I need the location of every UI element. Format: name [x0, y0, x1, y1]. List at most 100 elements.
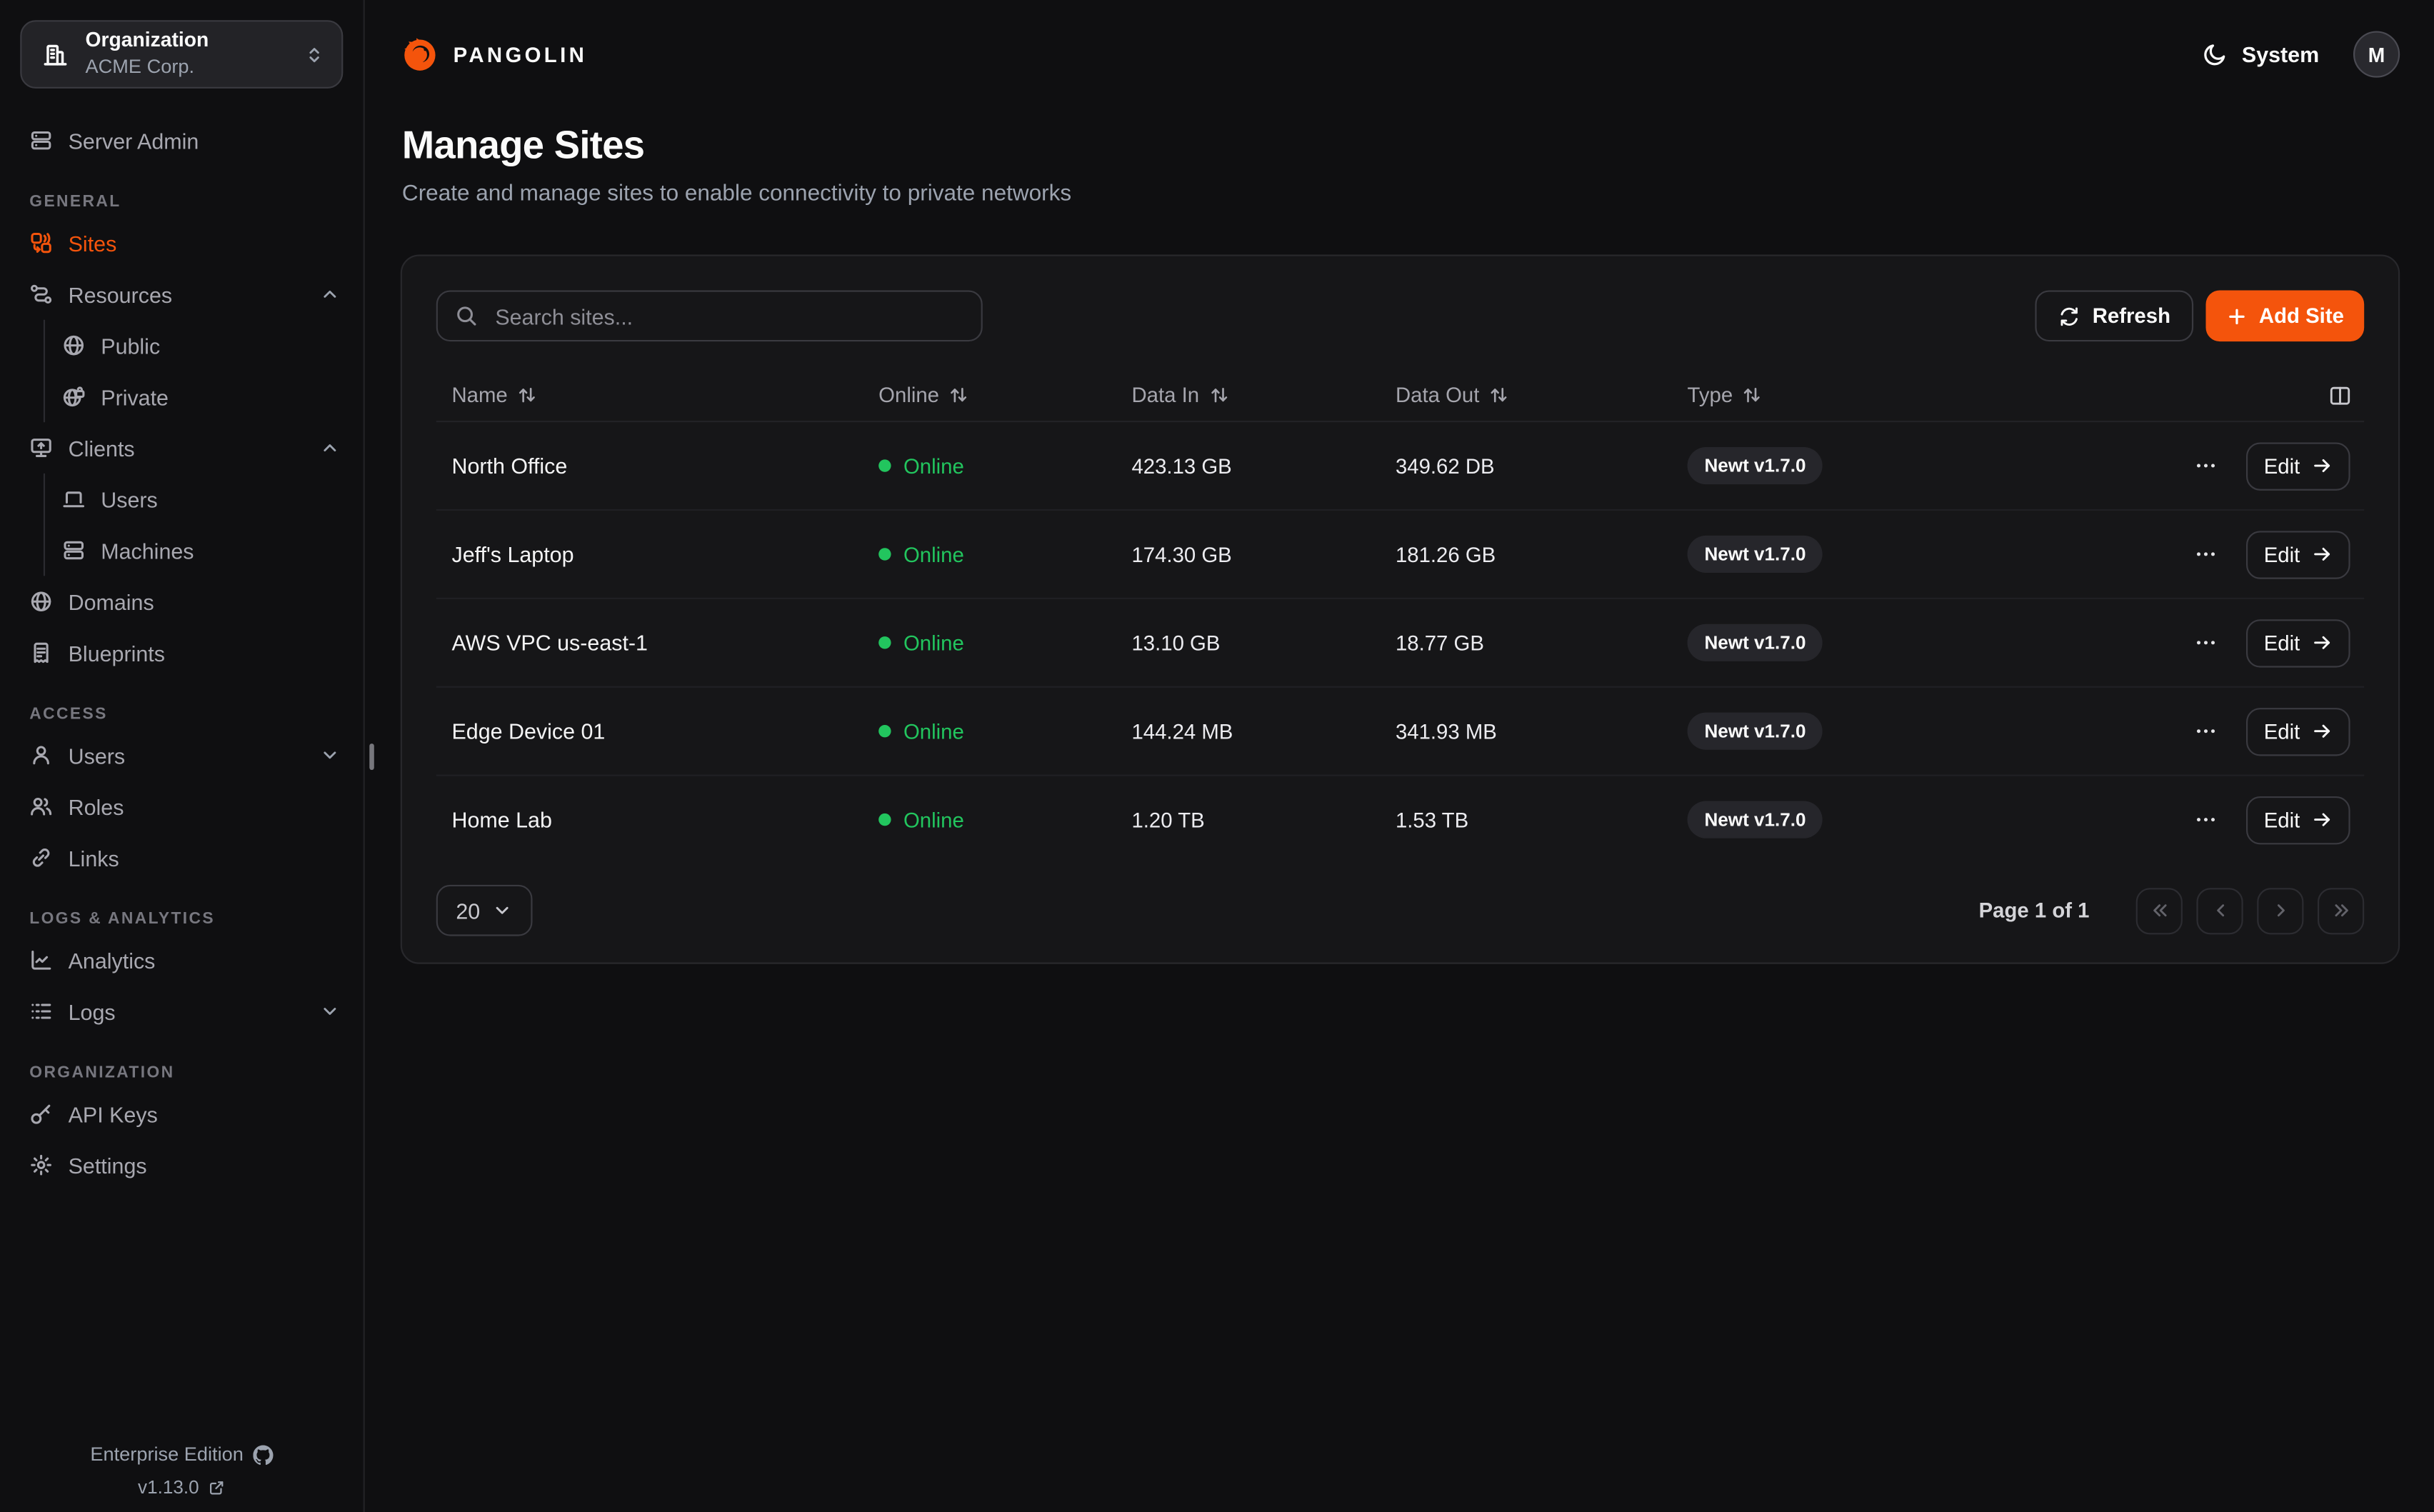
sidebar: Organization ACME Corp. Server Admin GENE…: [0, 0, 365, 1512]
row-edit-button[interactable]: Edit: [2246, 441, 2350, 489]
column-label: Online: [878, 384, 939, 407]
data-in-cell: 423.13 GB: [1131, 454, 1395, 478]
edition-label: Enterprise Edition: [90, 1443, 243, 1465]
status-online: Online: [878, 454, 1131, 478]
sidebar-item-sites[interactable]: Sites: [0, 217, 364, 269]
sidebar-item-label: Users: [69, 743, 125, 768]
edit-label: Edit: [2264, 454, 2300, 478]
column-label: Data Out: [1396, 384, 1479, 407]
data-in-cell: 174.30 GB: [1131, 543, 1395, 566]
sidebar-nav: Server Admin GENERAL Sites Resources PublicP…: [0, 115, 364, 1191]
row-edit-button[interactable]: Edit: [2246, 619, 2350, 666]
sidebar-subitem-users[interactable]: Users: [45, 474, 364, 525]
row-edit-button[interactable]: Edit: [2246, 707, 2350, 755]
sidebar-subitem-private[interactable]: Private: [45, 371, 364, 422]
online-dot-icon: [878, 459, 891, 471]
sidebar-subgroup: PublicPrivate: [44, 320, 364, 422]
sidebar-item-label: Domains: [69, 589, 154, 614]
gear-icon: [29, 1153, 53, 1177]
data-out-cell: 341.93 MB: [1396, 719, 1688, 743]
sidebar-item-settings[interactable]: Settings: [0, 1139, 364, 1191]
add-site-button[interactable]: Add Site: [2206, 290, 2364, 341]
column-header-name[interactable]: Name: [436, 384, 878, 407]
brand[interactable]: PANGOLIN: [402, 36, 587, 72]
sidebar-item-label: Sites: [69, 231, 117, 256]
edit-label: Edit: [2264, 543, 2300, 566]
sidebar-item-domains[interactable]: Domains: [0, 576, 364, 627]
search-input[interactable]: [492, 302, 964, 330]
type-badge: Newt v1.7.0: [1688, 624, 1823, 661]
search-box: [436, 290, 983, 341]
status-online: Online: [878, 808, 1131, 831]
site-type-cell: Newt v1.7.0: [1688, 536, 2163, 573]
refresh-button[interactable]: Refresh: [2035, 290, 2193, 341]
site-status-cell: Online: [878, 631, 1131, 655]
row-actions: Edit: [2163, 796, 2365, 843]
status-label: Online: [903, 808, 964, 831]
sidebar-item-users[interactable]: Users: [0, 730, 364, 781]
sidebar-item-server-admin[interactable]: Server Admin: [0, 115, 364, 166]
site-status-cell: Online: [878, 808, 1131, 831]
column-visibility-button[interactable]: [2325, 381, 2355, 410]
sidebar-item-blueprints[interactable]: Blueprints: [0, 627, 364, 679]
monitor-up-icon: [29, 436, 53, 460]
sidebar-item-roles[interactable]: Roles: [0, 781, 364, 832]
sidebar-item-links[interactable]: Links: [0, 832, 364, 883]
sidebar-item-label: Clients: [69, 436, 135, 461]
sidebar-scrollbar-thumb[interactable]: [369, 744, 374, 770]
github-icon[interactable]: [253, 1444, 273, 1464]
chevron-down-icon: [493, 901, 513, 921]
data-in-cell: 1.20 TB: [1131, 808, 1395, 831]
arrow-right-icon: [2310, 544, 2332, 565]
sidebar-subitem-machines[interactable]: Machines: [45, 525, 364, 576]
avatar[interactable]: M: [2353, 31, 2400, 77]
status-online: Online: [878, 631, 1131, 655]
arrow-right-icon: [2310, 808, 2332, 830]
prev-page-button[interactable]: [2196, 887, 2243, 933]
first-page-button[interactable]: [2136, 887, 2183, 933]
sidebar-item-clients[interactable]: Clients: [0, 422, 364, 474]
last-page-button[interactable]: [2318, 887, 2364, 933]
topbar: PANGOLIN System M: [366, 0, 2434, 109]
sidebar-item-analytics[interactable]: Analytics: [0, 934, 364, 986]
row-more-button[interactable]: [2190, 804, 2221, 835]
row-more-button[interactable]: [2190, 716, 2221, 746]
chevrons-up-down-icon: [304, 44, 324, 64]
column-header-type[interactable]: Type: [1688, 384, 2365, 407]
arrow-right-icon: [2310, 455, 2332, 476]
sidebar-item-label: Logs: [69, 999, 116, 1024]
row-more-button[interactable]: [2190, 627, 2221, 658]
row-more-button[interactable]: [2190, 450, 2221, 481]
sidebar-item-resources[interactable]: Resources: [0, 269, 364, 320]
row-edit-button[interactable]: Edit: [2246, 530, 2350, 578]
version-label: v1.13.0: [138, 1476, 199, 1498]
column-header-online[interactable]: Online: [878, 384, 1131, 407]
main-content: PANGOLIN System M Manage Sites Create an…: [366, 0, 2434, 1512]
version-link[interactable]: v1.13.0: [0, 1476, 364, 1498]
sidebar-item-label: Resources: [69, 281, 172, 306]
columns-icon: [2328, 384, 2352, 407]
globe-lock-icon: [62, 385, 86, 409]
sidebar-item-logs[interactable]: Logs: [0, 986, 364, 1037]
sidebar-subitem-public[interactable]: Public: [45, 320, 364, 371]
column-header-data-out[interactable]: Data Out: [1396, 384, 1688, 407]
chevron-left-icon: [2210, 901, 2230, 921]
page-size-select[interactable]: 20: [436, 885, 533, 936]
theme-toggle[interactable]: System: [2203, 42, 2320, 67]
row-more-button[interactable]: [2190, 539, 2221, 569]
organization-switcher[interactable]: Organization ACME Corp.: [20, 20, 343, 89]
moon-icon: [2203, 42, 2228, 67]
arrow-right-icon: [2310, 720, 2332, 741]
site-status-cell: Online: [878, 454, 1131, 478]
column-header-data-in[interactable]: Data In: [1131, 384, 1395, 407]
page-title: Manage Sites: [402, 124, 2398, 169]
sidebar-section-label: GENERAL: [0, 193, 364, 211]
next-page-button[interactable]: [2257, 887, 2303, 933]
row-actions: Edit: [2163, 619, 2365, 666]
chevron-up-icon: [320, 438, 340, 458]
users-icon: [29, 795, 53, 818]
online-dot-icon: [878, 636, 891, 649]
sidebar-item-api-keys[interactable]: API Keys: [0, 1088, 364, 1140]
row-edit-button[interactable]: Edit: [2246, 796, 2350, 843]
site-status-cell: Online: [878, 543, 1131, 566]
